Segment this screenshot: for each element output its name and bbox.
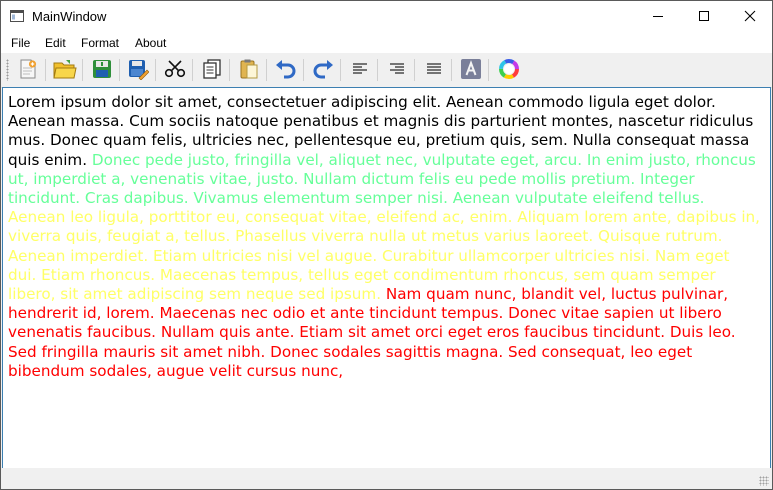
save-icon [93,60,111,78]
undo-icon [276,60,296,79]
scissors-icon [164,60,186,78]
window-title: MainWindow [32,9,107,24]
text-color-button[interactable] [458,56,484,82]
align-left-button[interactable] [347,56,373,82]
menu-edit[interactable]: Edit [45,36,66,50]
status-bar [1,468,772,489]
resize-grip[interactable] [759,476,769,486]
toolbar-separator [303,59,304,81]
toolbar-grip[interactable] [6,59,9,81]
app-window-icon [10,9,24,22]
copy-icon [203,59,221,79]
copy-button[interactable] [199,56,225,82]
paste-icon [240,59,258,79]
font-letter-icon [461,59,481,79]
new-document-button[interactable] [15,56,41,82]
main-window: MainWindow File Edit Format About Lorem … [0,0,773,490]
toolbar-separator [119,59,120,81]
toolbar-separator [414,59,415,81]
redo-button[interactable] [310,56,336,82]
toolbar-separator [229,59,230,81]
new-document-icon [20,59,37,79]
toolbar-separator [488,59,489,81]
align-left-icon [353,63,367,74]
minimize-button[interactable] [635,1,681,31]
menu-about[interactable]: About [135,36,166,50]
redo-icon [313,60,333,79]
close-button[interactable] [727,1,773,31]
title-bar[interactable]: MainWindow [1,1,772,31]
text-editor[interactable]: Lorem ipsum dolor sit amet, consectetuer… [2,87,771,469]
toolbar-separator [266,59,267,81]
save-button[interactable] [89,56,115,82]
open-folder-icon [53,60,77,79]
toolbar-separator [340,59,341,81]
align-right-icon [390,63,404,74]
text-segment-green: Donec pede justo, fringilla vel, aliquet… [8,150,756,208]
menu-file[interactable]: File [11,36,30,50]
justify-button[interactable] [421,56,447,82]
toolbar-separator [82,59,83,81]
maximize-button[interactable] [681,1,727,31]
color-wheel-icon [499,59,519,79]
open-folder-button[interactable] [52,56,78,82]
toolbar [1,53,772,88]
toolbar-separator [377,59,378,81]
paste-button[interactable] [236,56,262,82]
toolbar-separator [451,59,452,81]
maximize-icon [699,11,709,21]
justify-icon [427,63,441,74]
undo-button[interactable] [273,56,299,82]
editor-content[interactable]: Lorem ipsum dolor sit amet, consectetuer… [8,93,760,381]
toolbar-separator [45,59,46,81]
color-picker-button[interactable] [496,56,522,82]
save-as-button[interactable] [125,56,151,82]
save-as-icon [129,60,149,80]
close-icon [744,10,756,22]
minimize-icon [653,16,663,17]
cut-button[interactable] [162,56,188,82]
toolbar-separator [155,59,156,81]
menu-bar: File Edit Format About [1,31,772,53]
menu-format[interactable]: Format [81,36,119,50]
align-right-button[interactable] [384,56,410,82]
toolbar-separator [192,59,193,81]
